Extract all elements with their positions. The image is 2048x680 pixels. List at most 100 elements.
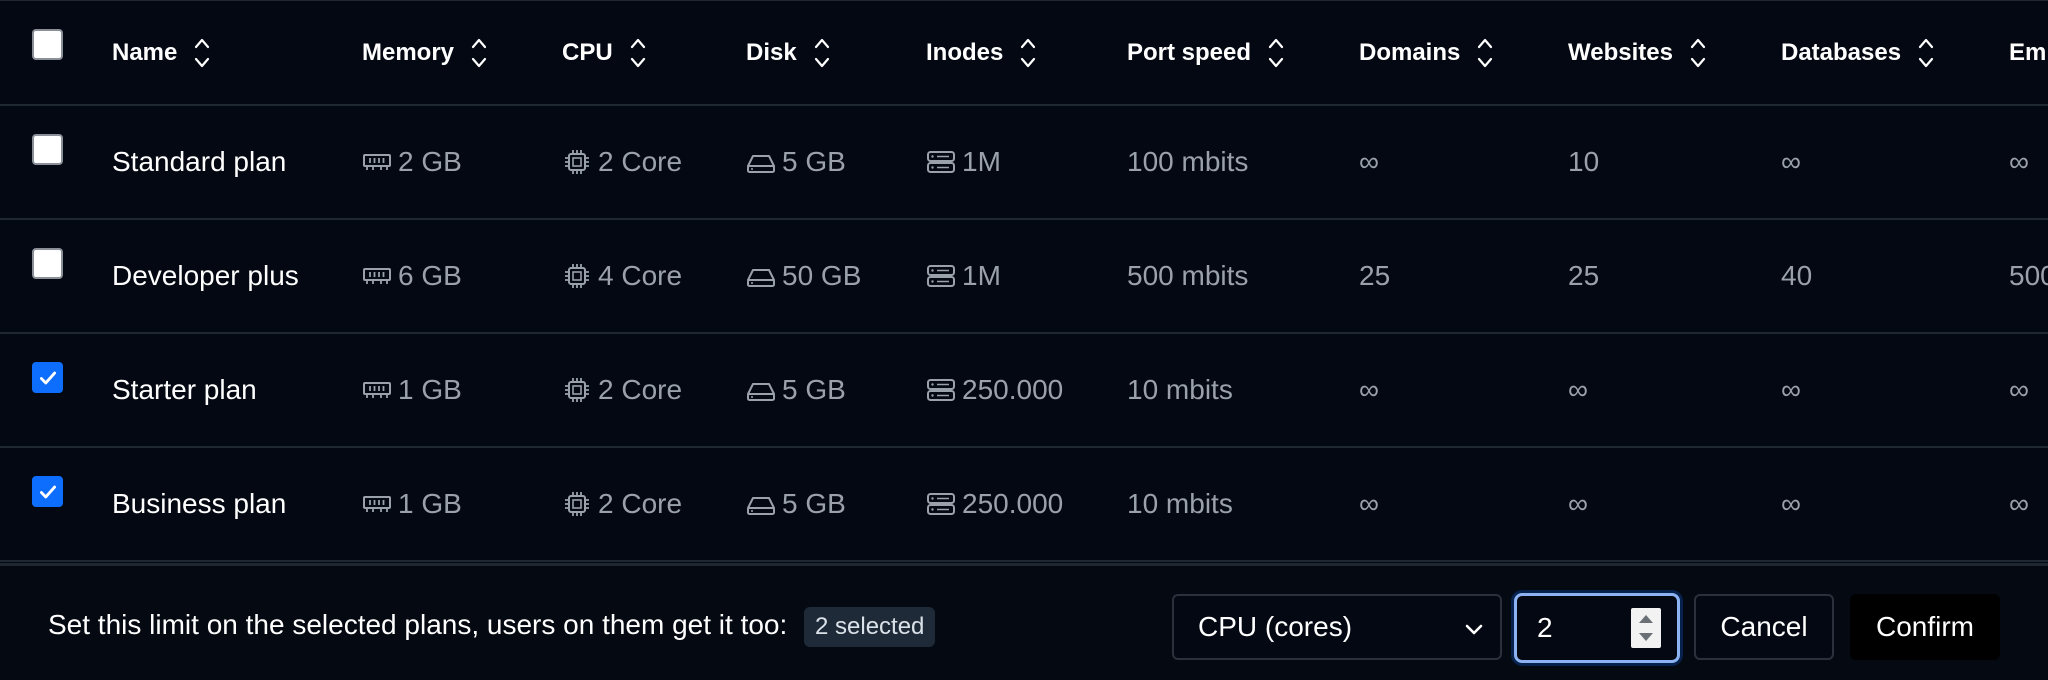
cell-emails: ∞ <box>2009 106 2029 218</box>
limit-type-select[interactable]: CPU (cores) <box>1172 594 1502 660</box>
column-header-label: Domains <box>1359 38 1461 66</box>
cell-value: ∞ <box>1359 488 1379 519</box>
sort-arrows-icon[interactable] <box>1019 33 1037 73</box>
cell-databases: ∞ <box>1781 334 1801 446</box>
cell-value: 2 Core <box>598 488 683 519</box>
cancel-button[interactable]: Cancel <box>1694 594 1834 660</box>
cell-port-speed: 10 mbits <box>1127 448 1233 560</box>
cell-websites: 10 <box>1568 106 1599 218</box>
cell-websites: 25 <box>1568 220 1599 332</box>
confirm-button[interactable]: Confirm <box>1850 594 2000 660</box>
cell-disk: 5 GB <box>746 106 846 218</box>
cell-value: Starter plan <box>112 374 257 405</box>
cell-value: 10 mbits <box>1127 488 1233 519</box>
cell-value: 4 Core <box>598 260 683 291</box>
memory-icon <box>362 375 392 405</box>
number-spinner[interactable] <box>1631 608 1661 648</box>
cell-value: ∞ <box>2009 146 2029 177</box>
table-row: Business plan 1 GB 2 Core 5 GB 250.000 10 mbi… <box>0 448 2048 562</box>
column-header-label: Inodes <box>926 38 1004 66</box>
cell-value: ∞ <box>1781 146 1801 177</box>
column-header-name[interactable]: Name <box>112 1 211 104</box>
cell-value: 250.000 <box>962 374 1064 405</box>
cell-websites: ∞ <box>1568 334 1588 446</box>
table-header: Name Memory CPU Disk Inodes Port speed Domains… <box>0 0 2048 106</box>
memory-icon <box>362 489 392 519</box>
cell-value: 1M <box>962 146 1001 177</box>
column-header-inodes[interactable]: Inodes <box>926 1 1037 104</box>
column-header-port-speed[interactable]: Port speed <box>1127 1 1285 104</box>
cell-inodes: 1M <box>926 106 1001 218</box>
spin-down-icon[interactable] <box>1631 628 1661 648</box>
server-icon <box>926 489 956 519</box>
column-header-databases[interactable]: Databases <box>1781 1 1935 104</box>
cell-value: ∞ <box>1568 374 1588 405</box>
disk-icon <box>746 489 776 519</box>
row-checkbox[interactable] <box>32 248 63 279</box>
spin-up-icon[interactable] <box>1631 608 1661 628</box>
cell-value: 25 <box>1568 260 1600 291</box>
disk-icon <box>746 147 776 177</box>
sort-arrows-icon[interactable] <box>1917 33 1935 73</box>
cell-value: 25 <box>1359 260 1391 291</box>
cell-name: Starter plan <box>112 334 257 446</box>
sort-arrows-icon[interactable] <box>1689 33 1707 73</box>
cell-value: 1M <box>962 260 1001 291</box>
column-header-label: Name <box>112 38 178 66</box>
column-header-disk[interactable]: Disk <box>746 1 831 104</box>
cell-inodes: 250.000 <box>926 448 1063 560</box>
cell-value: 500 mbits <box>1127 260 1249 291</box>
row-checkbox[interactable] <box>32 476 63 507</box>
cell-value: 2 Core <box>598 146 683 177</box>
cell-value: Business plan <box>112 488 287 519</box>
cpu-icon <box>562 147 592 177</box>
column-header-label: Em <box>2009 38 2047 66</box>
sort-arrows-icon[interactable] <box>470 33 488 73</box>
bulk-limit-label: Set this limit on the selected plans, us… <box>48 608 788 640</box>
row-checkbox[interactable] <box>32 134 63 165</box>
cell-value: ∞ <box>1781 488 1801 519</box>
cell-cpu: 2 Core <box>562 106 682 218</box>
cell-memory: 2 GB <box>362 106 462 218</box>
sort-arrows-icon[interactable] <box>629 33 647 73</box>
cell-value: 5 GB <box>782 146 846 177</box>
cell-value: ∞ <box>1359 146 1379 177</box>
memory-icon <box>362 147 392 177</box>
cell-disk: 5 GB <box>746 334 846 446</box>
column-header-label: Websites <box>1568 38 1673 66</box>
cell-name: Standard plan <box>112 106 286 218</box>
cell-value: ∞ <box>1781 374 1801 405</box>
cell-cpu: 4 Core <box>562 220 682 332</box>
sort-arrows-icon[interactable] <box>1476 33 1494 73</box>
limit-value-input[interactable]: 2 <box>1514 593 1680 663</box>
sort-arrows-icon[interactable] <box>813 33 831 73</box>
cell-value: 1 GB <box>398 374 462 405</box>
column-header-cpu[interactable]: CPU <box>562 1 647 104</box>
cell-value: 6 GB <box>398 260 462 291</box>
cell-memory: 1 GB <box>362 448 462 560</box>
cell-databases: 40 <box>1781 220 1812 332</box>
chevron-down-icon <box>1462 616 1486 648</box>
cell-disk: 5 GB <box>746 448 846 560</box>
server-icon <box>926 261 956 291</box>
sort-arrows-icon[interactable] <box>1267 33 1285 73</box>
check-icon <box>39 371 56 384</box>
column-header-websites[interactable]: Websites <box>1568 1 1707 104</box>
cell-port-speed: 100 mbits <box>1127 106 1248 218</box>
select-all-checkbox[interactable] <box>32 29 63 60</box>
cell-websites: ∞ <box>1568 448 1588 560</box>
cpu-icon <box>562 375 592 405</box>
row-checkbox[interactable] <box>32 362 63 393</box>
column-header-label: Memory <box>362 38 455 66</box>
memory-icon <box>362 261 392 291</box>
sort-arrows-icon[interactable] <box>193 33 211 73</box>
table-row: Standard plan 2 GB 2 Core 5 GB 1M 100 mbits ∞ 1… <box>0 106 2048 220</box>
column-header-emails[interactable]: Em <box>2009 1 2046 104</box>
column-header-memory[interactable]: Memory <box>362 1 488 104</box>
cell-port-speed: 10 mbits <box>1127 334 1233 446</box>
cell-cpu: 2 Core <box>562 334 682 446</box>
cell-value: ∞ <box>2009 374 2029 405</box>
column-header-domains[interactable]: Domains <box>1359 1 1494 104</box>
cell-emails: ∞ <box>2009 448 2029 560</box>
table-row: Developer plus 6 GB 4 Core 50 GB 1M 500 mbits… <box>0 220 2048 334</box>
